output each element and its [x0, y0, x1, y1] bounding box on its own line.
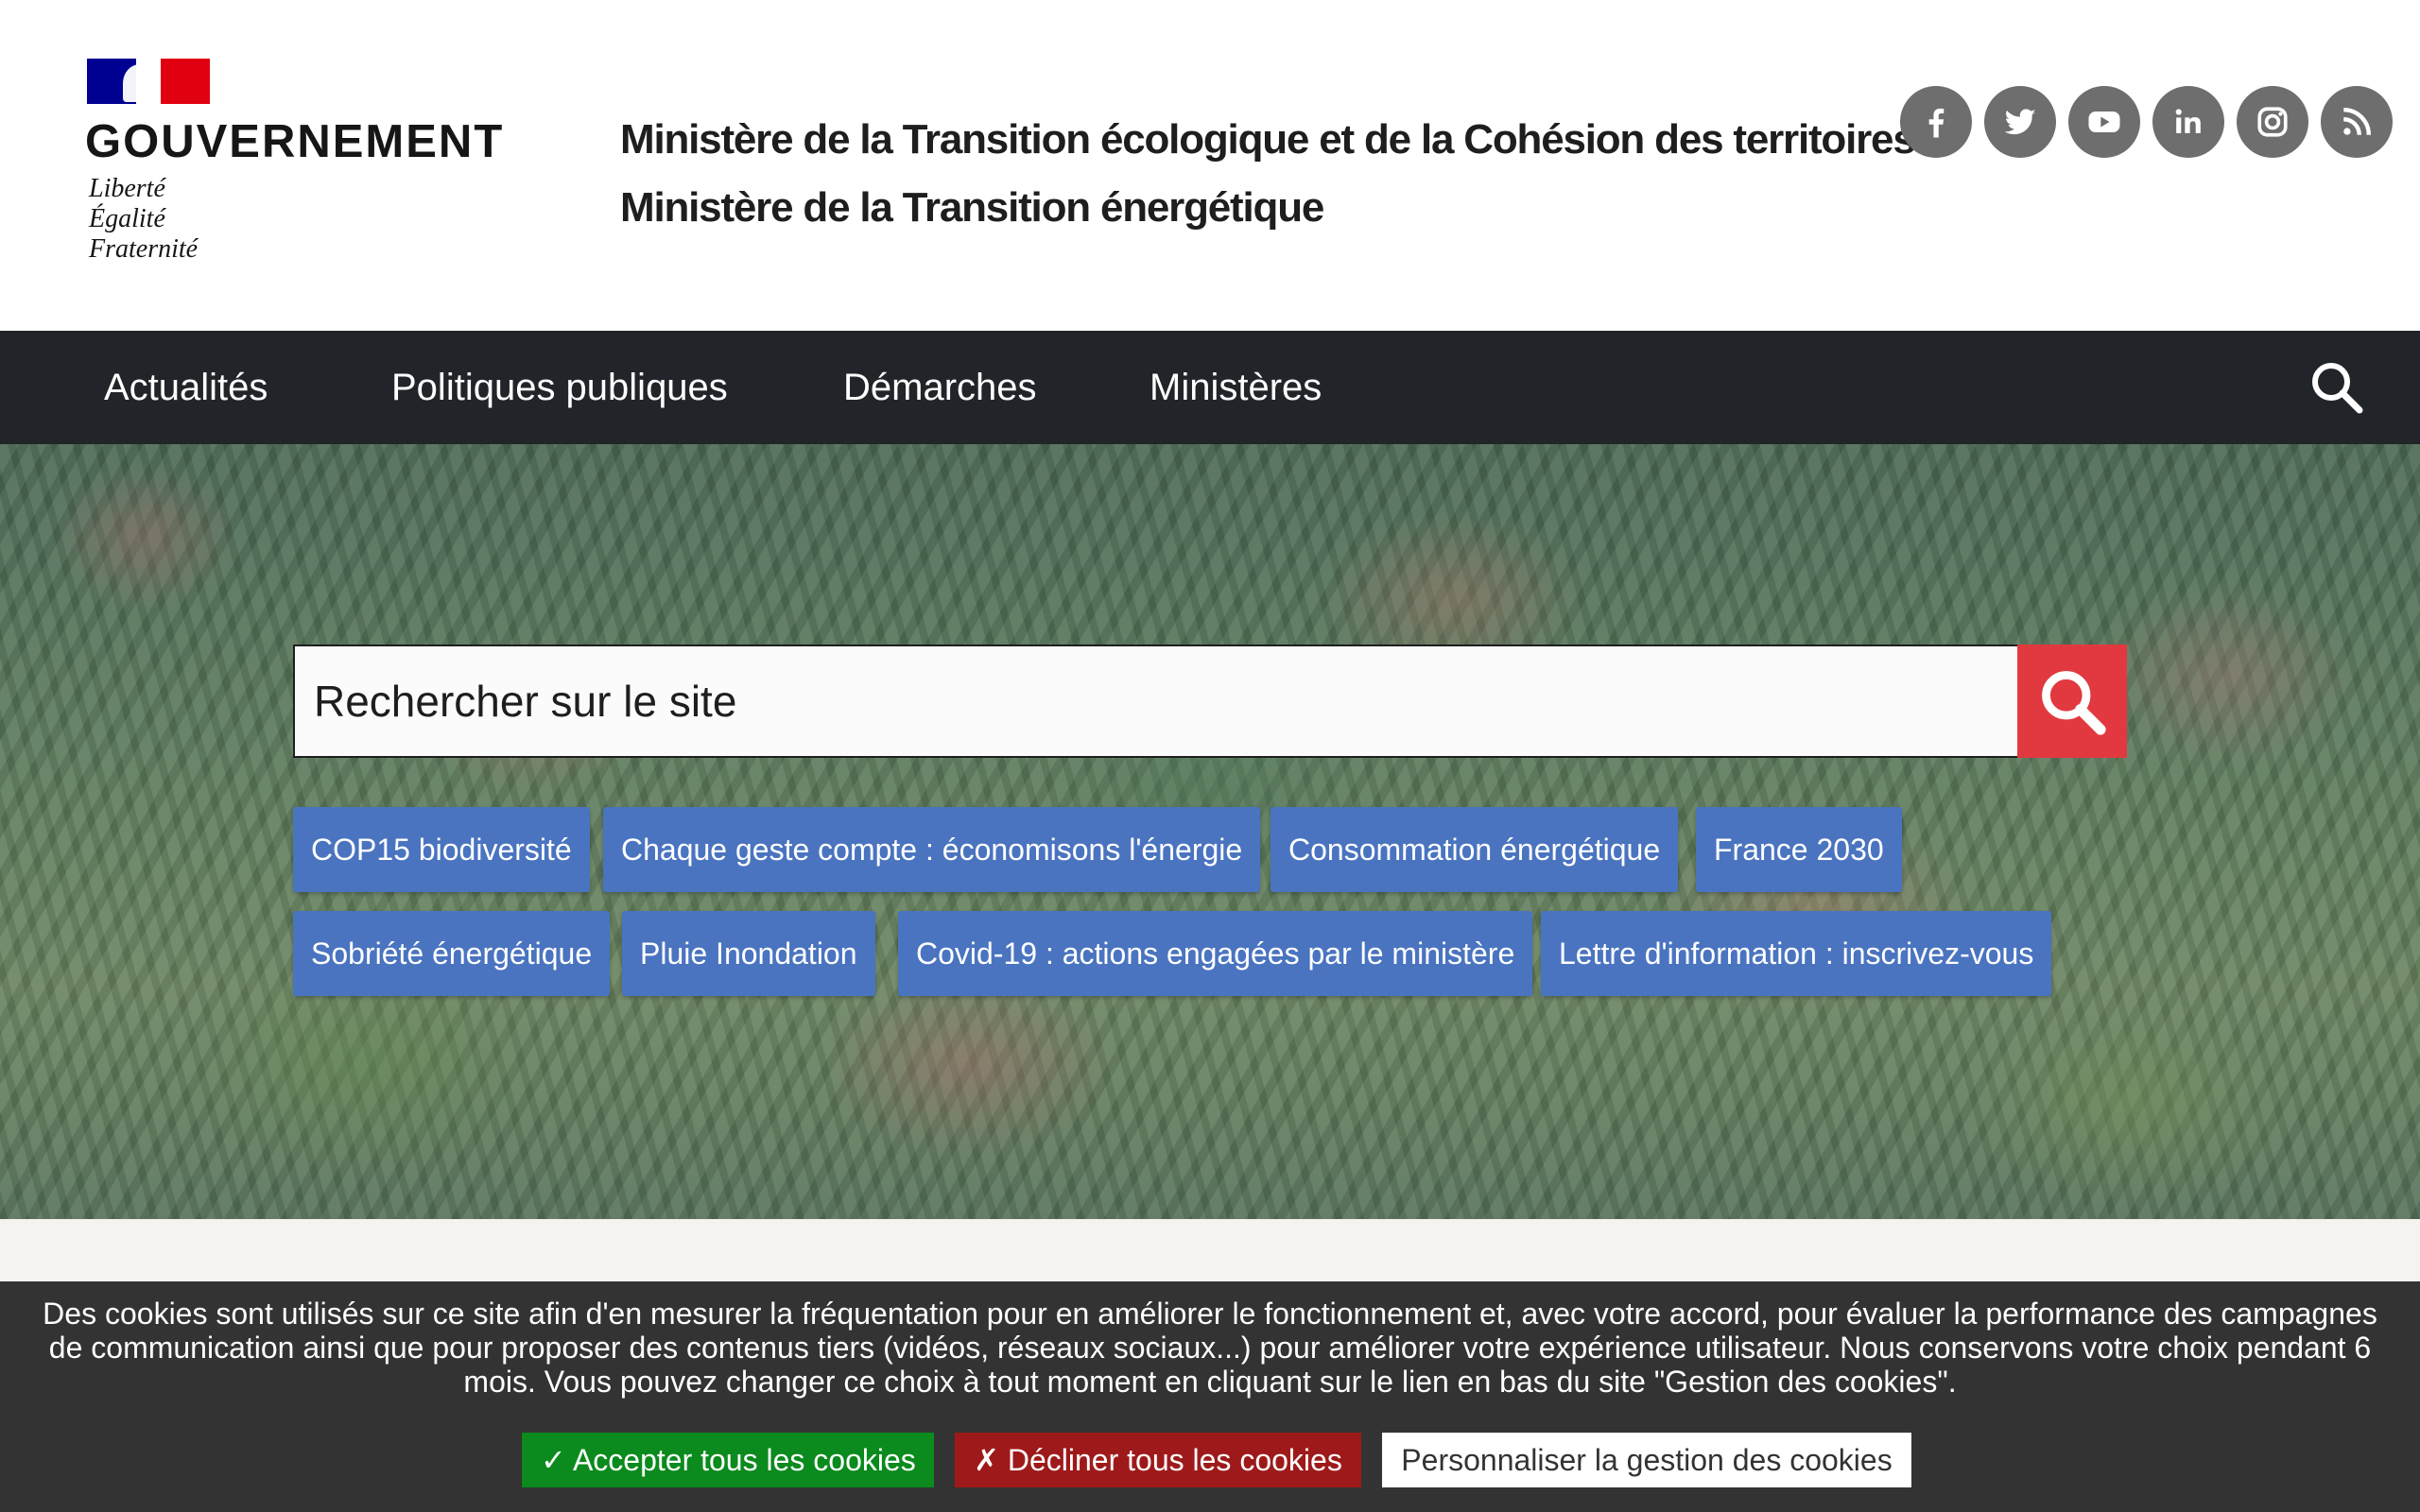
- tag-france-2030[interactable]: France 2030: [1696, 807, 1902, 892]
- customize-cookies-button[interactable]: Personnaliser la gestion des cookies: [1382, 1433, 1911, 1487]
- marianne-flag-icon: [87, 59, 210, 104]
- ministry-title-ecology[interactable]: Ministère de la Transition écologique et…: [620, 106, 1916, 174]
- motto-liberte: Liberté: [89, 174, 165, 203]
- ministry-titles: Ministère de la Transition écologique et…: [620, 106, 1916, 242]
- main-navigation: Actualités Politiques publiques Démarche…: [0, 331, 2420, 444]
- site-header: GOUVERNEMENT Liberté Égalité Fraternité …: [0, 0, 2420, 331]
- motto-egalite: Égalité: [89, 204, 165, 233]
- decline-cookies-button[interactable]: ✗ Décliner tous les cookies: [955, 1433, 1361, 1487]
- search-input[interactable]: [295, 646, 2017, 756]
- hero-banner-forest: COP15 biodiversité Chaque geste compte :…: [0, 444, 2420, 1219]
- republic-motto: Liberté Égalité Fraternité: [89, 174, 198, 265]
- twitter-icon[interactable]: [1984, 86, 2056, 158]
- government-logo[interactable]: GOUVERNEMENT Liberté Égalité Fraternité: [85, 59, 505, 276]
- tag-lettre-information[interactable]: Lettre d'information : inscrivez-vous: [1541, 911, 2052, 996]
- search-icon: [2042, 671, 2106, 735]
- cookie-banner: Des cookies sont utilisés sur ce site af…: [0, 1281, 2420, 1512]
- youtube-icon[interactable]: [2068, 86, 2140, 158]
- nav-item-ministeres[interactable]: Ministères: [1150, 331, 1322, 444]
- motto-fraternite: Fraternité: [89, 234, 199, 264]
- tag-economisons-energie[interactable]: Chaque geste compte : économisons l'éner…: [603, 807, 1261, 892]
- tag-covid19[interactable]: Covid-19 : actions engagées par le minis…: [898, 911, 1533, 996]
- tag-cop15[interactable]: COP15 biodiversité: [293, 807, 590, 892]
- ministry-title-energy[interactable]: Ministère de la Transition énergétique: [620, 174, 1915, 242]
- rss-icon[interactable]: [2321, 86, 2393, 158]
- search-icon[interactable]: [2307, 357, 2367, 418]
- linkedin-icon[interactable]: [2152, 86, 2224, 158]
- nav-item-actualites[interactable]: Actualités: [104, 331, 268, 444]
- nav-item-demarches[interactable]: Démarches: [843, 331, 1037, 444]
- instagram-icon[interactable]: [2237, 86, 2308, 158]
- nav-item-politiques-publiques[interactable]: Politiques publiques: [391, 331, 728, 444]
- search-submit-button[interactable]: [2017, 644, 2127, 758]
- social-links: [1900, 86, 2393, 158]
- accept-cookies-button[interactable]: ✓ Accepter tous les cookies: [522, 1433, 934, 1487]
- government-wordmark: GOUVERNEMENT: [85, 116, 505, 167]
- tag-sobriete-energetique[interactable]: Sobriété énergétique: [293, 911, 611, 996]
- tag-pluie-inondation[interactable]: Pluie Inondation: [622, 911, 875, 996]
- facebook-icon[interactable]: [1900, 86, 1972, 158]
- tag-consommation-energetique[interactable]: Consommation énergétique: [1270, 807, 1679, 892]
- cookie-notice-text: Des cookies sont utilisés sur ce site af…: [43, 1297, 2377, 1399]
- site-search: [293, 644, 2017, 758]
